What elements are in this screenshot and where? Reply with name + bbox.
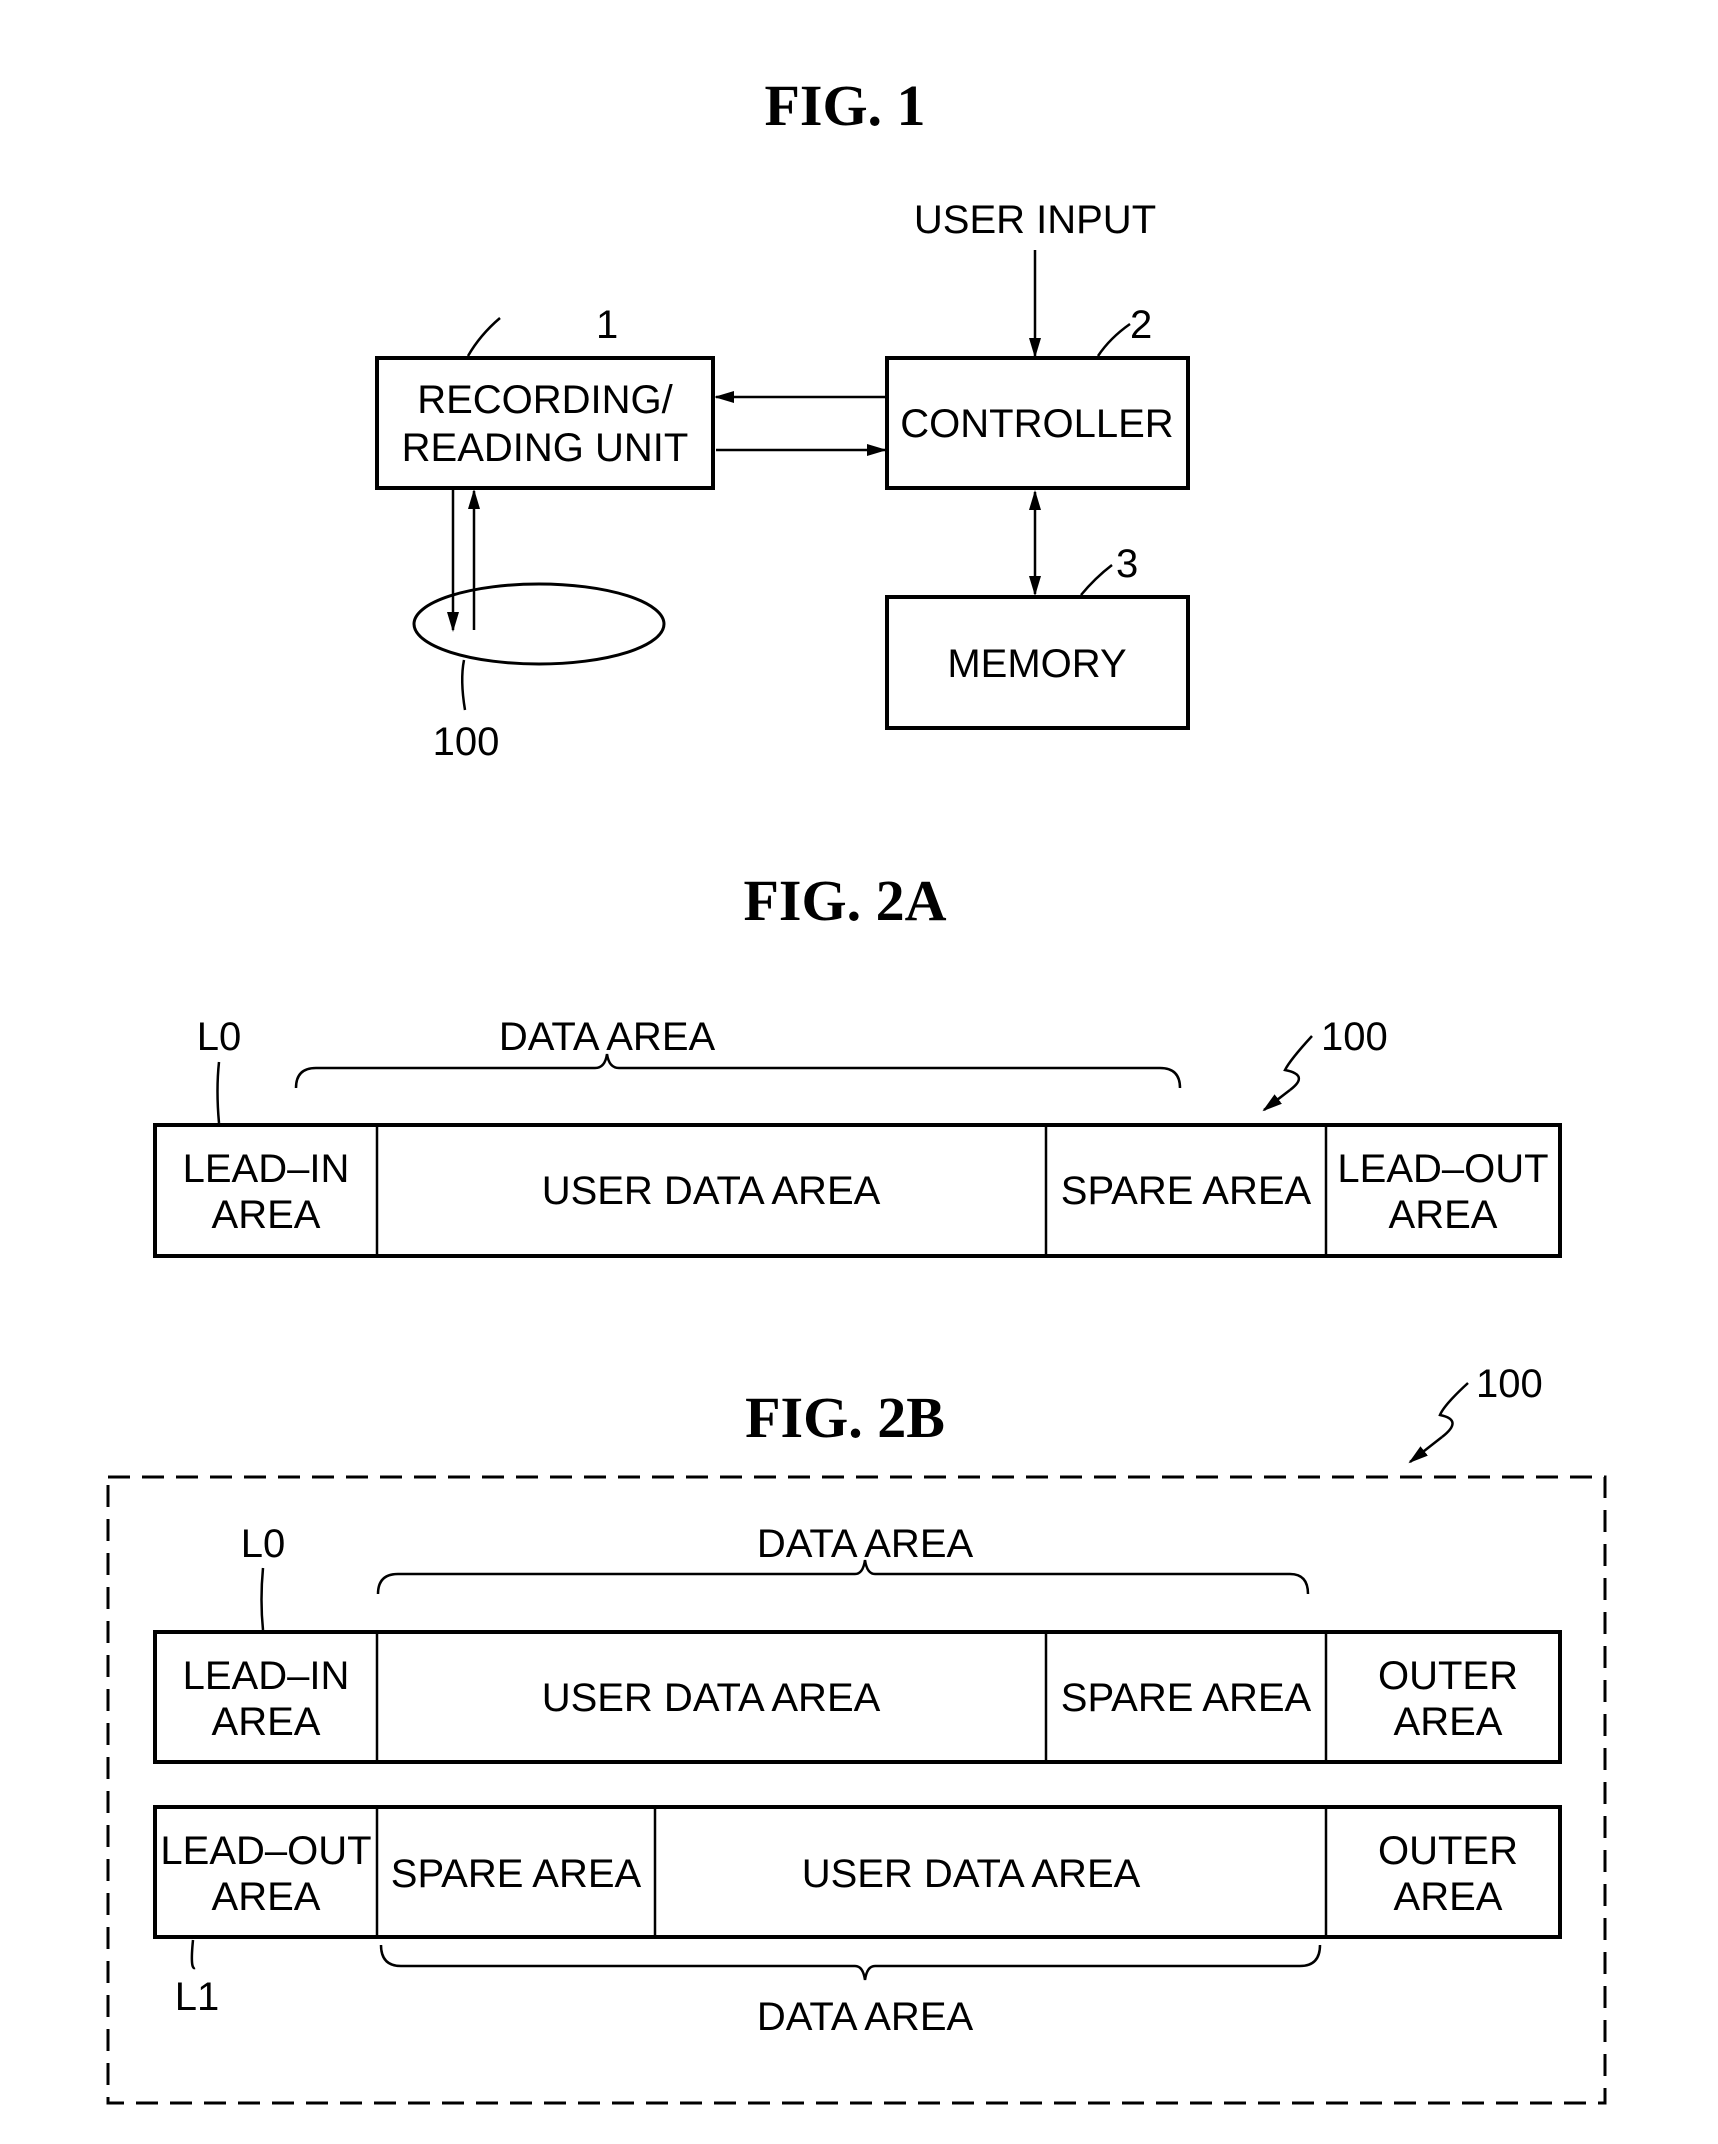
ref-number-100-disc: 100 xyxy=(433,720,500,764)
controller-label: CONTROLLER xyxy=(900,402,1173,446)
l0-outer-area-line1: OUTER xyxy=(1378,1654,1518,1698)
recording-reading-unit-block: RECORDING/ READING UNIT 1 xyxy=(375,303,715,490)
ref-leader-1 xyxy=(466,317,501,357)
user-data-area: USER DATA AREA xyxy=(542,1169,881,1213)
l0-lead-in-area-line1: LEAD–IN xyxy=(183,1654,350,1698)
layer-l0: L0 DATA AREA LEAD–IN AREA USER DATA AREA… xyxy=(153,1522,1562,1764)
user-input-label: USER INPUT xyxy=(914,198,1156,242)
ref-arrow-100-2b xyxy=(1408,1436,1443,1464)
disc-ellipse xyxy=(412,582,666,666)
layer-label-l0: L0 xyxy=(197,1015,242,1059)
patent-drawing-sheet: FIG. 1 USER INPUT RECORDING/ READING UNI… xyxy=(106,73,1607,2105)
layer-leader-l1 xyxy=(190,1939,196,1970)
l0-lead-in-area-line2: AREA xyxy=(212,1700,321,1744)
single-layer-disc-bar: LEAD–IN AREA USER DATA AREA SPARE AREA L… xyxy=(153,1123,1562,1258)
ref-leader-2 xyxy=(1096,322,1131,357)
l1-lead-out-area-line2: AREA xyxy=(212,1875,321,1919)
figure-1-title: FIG. 1 xyxy=(764,73,925,138)
ref-number-3: 3 xyxy=(1116,542,1138,586)
l1-data-area-label: DATA AREA xyxy=(757,1995,974,2039)
ref-number-1: 1 xyxy=(596,303,618,347)
memory-label: MEMORY xyxy=(947,642,1126,686)
disc-block: 100 xyxy=(412,488,666,764)
ref-leader-100-disc xyxy=(461,659,467,711)
ref-squiggle-100-2b xyxy=(1438,1382,1469,1438)
ref-squiggle-100-2a xyxy=(1283,1035,1313,1091)
ref-number-2: 2 xyxy=(1130,303,1152,347)
data-area-label: DATA AREA xyxy=(499,1015,716,1059)
controller-block: CONTROLLER 2 xyxy=(885,303,1190,490)
figure-2b-title: FIG. 2B xyxy=(745,1385,945,1450)
lead-in-area-line1: LEAD–IN xyxy=(183,1147,350,1191)
recording-reading-unit-label-line1: RECORDING/ xyxy=(417,378,673,422)
l0-outer-area-line2: AREA xyxy=(1394,1700,1503,1744)
l1-data-area-brace xyxy=(379,1944,1322,1981)
ref-arrow-100-2a xyxy=(1262,1089,1291,1112)
layer-label-l0: L0 xyxy=(241,1522,286,1566)
ref-number-100-2b: 100 xyxy=(1476,1362,1543,1406)
figure-2a: FIG. 2A L0 DATA AREA 100 LEAD–IN AREA US… xyxy=(153,868,1562,1258)
lead-in-area-line2: AREA xyxy=(212,1193,321,1237)
recording-reading-unit-label-line2: READING UNIT xyxy=(402,426,689,470)
l0-user-data-area: USER DATA AREA xyxy=(542,1676,881,1720)
l1-lead-out-area-line1: LEAD–OUT xyxy=(160,1829,371,1873)
l1-outer-area-line1: OUTER xyxy=(1378,1829,1518,1873)
figure-2b: FIG. 2B 100 L0 DATA AREA LEAD–IN AREA US… xyxy=(106,1362,1607,2105)
l1-outer-area-line2: AREA xyxy=(1394,1875,1503,1919)
ref-number-100-2a: 100 xyxy=(1321,1015,1388,1059)
figure-2a-title: FIG. 2A xyxy=(744,868,947,933)
l1-spare-area: SPARE AREA xyxy=(391,1852,642,1896)
l0-data-area-label: DATA AREA xyxy=(757,1522,974,1566)
l1-user-data-area: USER DATA AREA xyxy=(802,1852,1141,1896)
lead-out-area-line2: AREA xyxy=(1389,1193,1498,1237)
memory-block: MEMORY 3 xyxy=(885,542,1190,730)
layer-l1: LEAD–OUT AREA SPARE AREA USER DATA AREA … xyxy=(153,1805,1562,2039)
l0-spare-area: SPARE AREA xyxy=(1061,1676,1312,1720)
layer-leader-l0 xyxy=(260,1567,265,1631)
ref-leader-3 xyxy=(1080,564,1113,596)
data-area-brace xyxy=(294,1053,1182,1089)
spare-area: SPARE AREA xyxy=(1061,1169,1312,1213)
layer-leader-l0 xyxy=(216,1061,221,1124)
lead-out-area-line1: LEAD–OUT xyxy=(1337,1147,1548,1191)
layer-label-l1: L1 xyxy=(175,1975,220,2019)
figure-1: FIG. 1 USER INPUT RECORDING/ READING UNI… xyxy=(375,73,1190,764)
